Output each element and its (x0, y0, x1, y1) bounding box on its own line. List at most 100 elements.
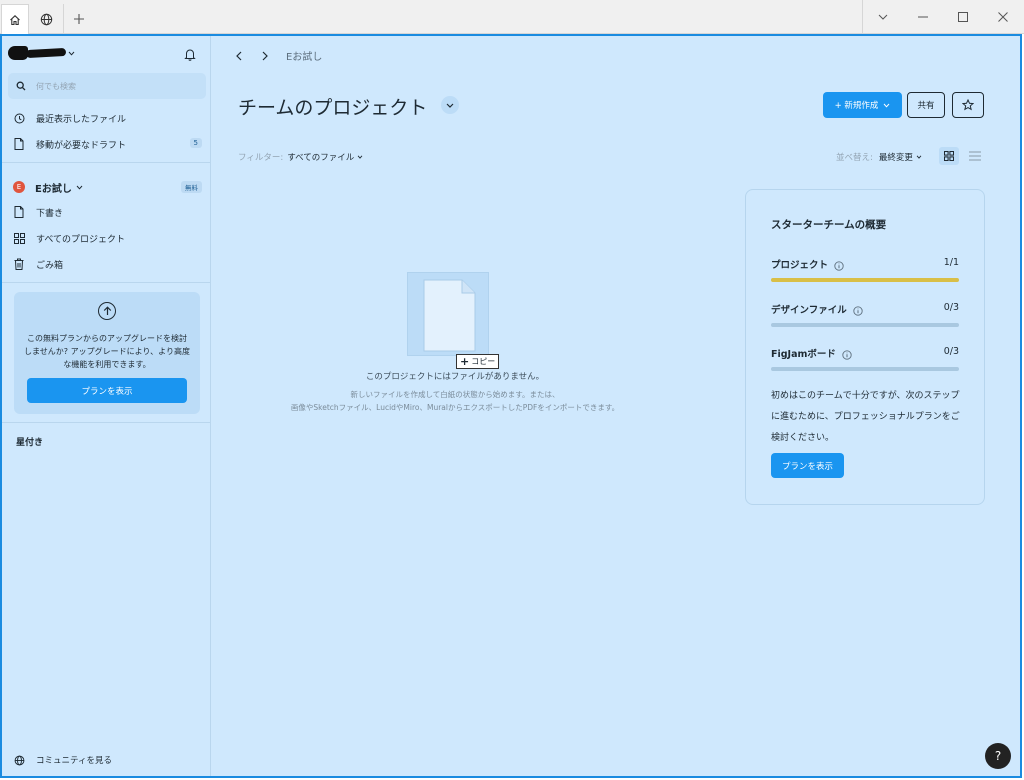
favorite-button[interactable] (952, 92, 984, 118)
search-icon (16, 81, 26, 91)
sidebar-item-label: すべてのプロジェクト (36, 234, 126, 245)
sidebar-item-label: 下書き (36, 208, 64, 219)
team-avatar: E (13, 181, 25, 193)
notifications-button[interactable] (184, 46, 196, 65)
upgrade-text: この無料プランからのアップグレードを検討しませんか? アップグレードにより、より… (24, 334, 190, 369)
view-plans-button[interactable]: プランを表示 (771, 453, 844, 478)
progress-fill (771, 278, 959, 282)
sort-value: 最終変更 (878, 153, 913, 163)
sidebar-divider (2, 282, 211, 283)
empty-state-title: このプロジェクトにはファイルがありません。 (365, 372, 545, 382)
sidebar-item-label: 最近表示したファイル (36, 114, 127, 125)
community-label: コミュニティを見る (36, 756, 112, 766)
sort-label: 並べ替え: (836, 153, 873, 163)
globe-tab[interactable] (30, 4, 64, 34)
overview-row-label: FigJamボード (771, 349, 836, 360)
team-name: Eお試し (35, 183, 72, 195)
empty-state-description: 新しいファイルを作成して白紙の状態から始めます。または、 画像やSketchファ… (212, 388, 698, 414)
overview-row-value: 1/1 (943, 257, 959, 268)
minimize-button[interactable] (903, 0, 943, 34)
starred-heading: 星付き (16, 438, 44, 448)
search-box[interactable] (8, 73, 206, 99)
drag-copy-tooltip: + コピー (456, 354, 500, 369)
help-button[interactable]: ? (985, 743, 1011, 769)
filter-value: すべてのファイル (287, 153, 355, 163)
minimize-icon (918, 16, 928, 18)
info-icon[interactable] (834, 260, 844, 271)
maximize-icon (958, 12, 968, 22)
close-icon (998, 12, 1008, 22)
trash-icon (12, 258, 26, 270)
filter-label: フィルター: (238, 153, 284, 163)
account-menu[interactable] (8, 46, 75, 62)
project-menu-button[interactable] (441, 96, 459, 114)
info-icon[interactable] (853, 305, 863, 316)
sidebar-item-drafts-to-move[interactable]: 移動が必要なドラフト 5 (8, 133, 206, 155)
new-file-label: + 新規作成 (834, 101, 879, 111)
home-tab[interactable] (1, 4, 29, 34)
team-switcher[interactable]: E Eお試し 無料 (8, 176, 206, 198)
app-frame: 最近表示したファイル 移動が必要なドラフト 5 E Eお試し 無料 下書き すべ… (0, 34, 1022, 778)
filter-dropdown[interactable]: フィルター: すべてのファイル (238, 151, 363, 163)
close-button[interactable] (983, 0, 1023, 34)
tab-list-button[interactable] (862, 0, 902, 34)
chevron-left-icon (236, 51, 242, 61)
title-bar (0, 0, 1024, 34)
empty-state-line: 画像やSketchファイル、LucidやMiro、Muralからエクスポートした… (290, 403, 620, 412)
copy-label: コピー (471, 357, 496, 366)
chevron-down-icon (884, 103, 890, 108)
chevron-down-icon (878, 14, 887, 20)
sidebar-item-trash[interactable]: ごみ箱 (8, 253, 206, 275)
plus-icon (74, 14, 84, 24)
maximize-button[interactable] (943, 0, 983, 34)
clock-icon (12, 113, 26, 124)
back-button[interactable] (235, 46, 243, 65)
forward-button[interactable] (261, 46, 269, 65)
overview-row-design-files: デザインファイル 0/3 (771, 302, 959, 316)
sort-dropdown[interactable]: 並べ替え: 最終変更 (836, 151, 922, 163)
list-view-toggle[interactable] (966, 147, 984, 165)
globe-icon (12, 755, 26, 766)
community-link[interactable]: コミュニティを見る (8, 754, 112, 766)
count-badge: 5 (189, 138, 202, 148)
overview-title: スターターチームの概要 (771, 219, 887, 231)
sidebar: 最近表示したファイル 移動が必要なドラフト 5 E Eお試し 無料 下書き すべ… (2, 36, 211, 776)
overview-row-value: 0/3 (943, 346, 959, 357)
grid-icon (12, 232, 26, 244)
star-icon (962, 99, 974, 111)
sidebar-divider (2, 422, 211, 423)
main-content: Eお試し チームのプロジェクト + 新規作成 共有 フィルター: すべてのファイ… (212, 36, 1020, 776)
grid-icon (944, 151, 954, 161)
sidebar-divider (2, 162, 211, 163)
new-tab-button[interactable] (64, 4, 94, 34)
sidebar-item-all-projects[interactable]: すべてのプロジェクト (8, 227, 206, 249)
list-icon (969, 151, 981, 161)
chevron-down-icon (357, 155, 363, 159)
overview-row-value: 0/3 (943, 302, 959, 313)
view-plans-button[interactable]: プランを表示 (27, 378, 187, 403)
file-icon (12, 206, 26, 218)
new-file-button[interactable]: + 新規作成 (823, 92, 902, 118)
overview-row-projects: プロジェクト 1/1 (771, 257, 959, 271)
info-icon[interactable] (842, 349, 852, 360)
grid-view-toggle[interactable] (939, 147, 959, 165)
page-title: チームのプロジェクト (238, 97, 428, 119)
empty-state-illustration (407, 272, 489, 356)
sidebar-item-recent[interactable]: 最近表示したファイル (8, 107, 206, 129)
breadcrumb[interactable]: Eお試し (286, 48, 322, 63)
overview-description: 初めはこのチームで十分ですが、次のステップに進むために、プロフェッショナルプラン… (771, 391, 960, 443)
file-illustration-icon (423, 279, 476, 352)
chevron-down-icon (68, 51, 75, 56)
home-icon (10, 14, 20, 25)
sidebar-item-drafts[interactable]: 下書き (8, 201, 206, 223)
progress-bar (771, 278, 959, 282)
globe-icon (40, 13, 53, 25)
overview-row-figjam-boards: FigJamボード 0/3 (771, 346, 959, 360)
sidebar-item-label: ごみ箱 (36, 260, 64, 271)
progress-bar (771, 367, 959, 371)
search-input[interactable] (36, 81, 196, 91)
overview-row-label: デザインファイル (771, 305, 847, 316)
share-button[interactable]: 共有 (907, 92, 945, 118)
plus-icon: + (460, 355, 470, 368)
file-icon (12, 138, 26, 150)
